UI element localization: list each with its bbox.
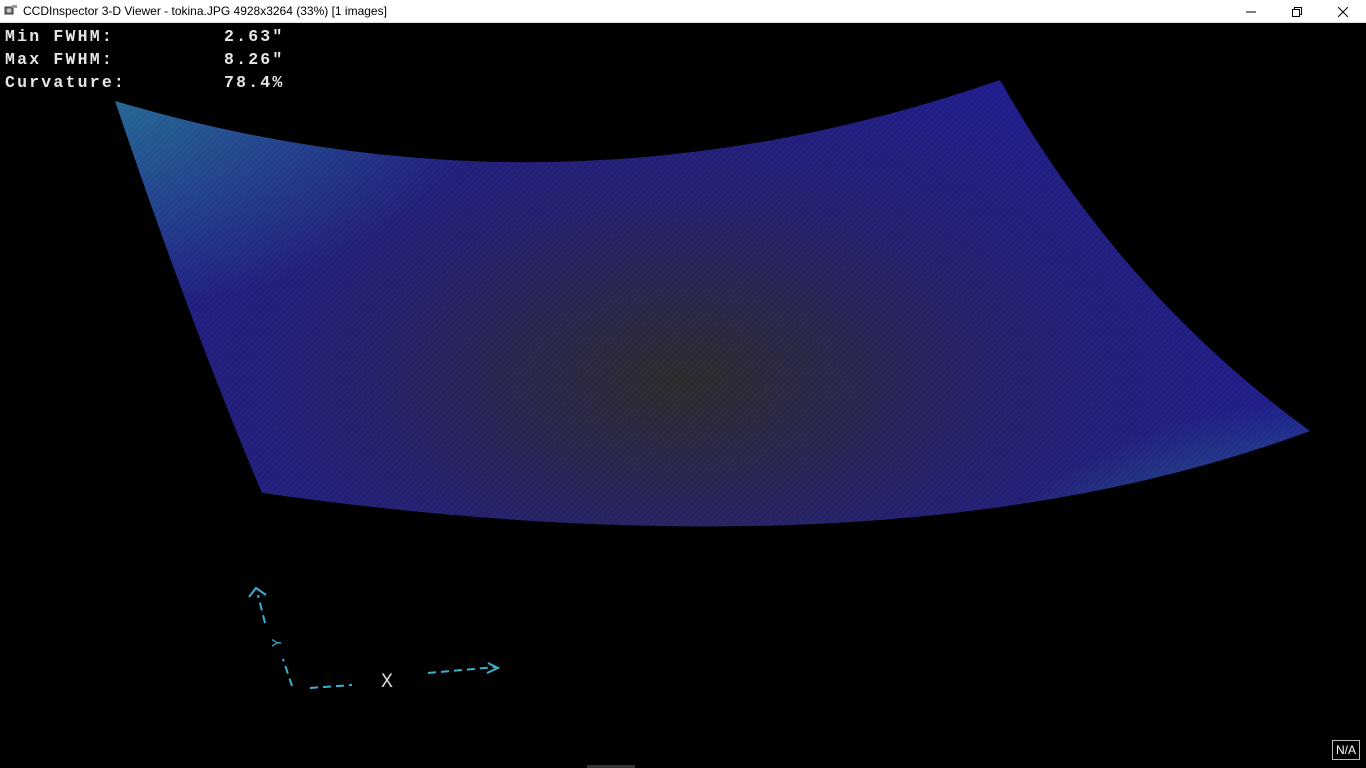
fwhm-surface-plot[interactable]: X Y — [0, 23, 1366, 768]
fwhm-readout: Min FWHM: 2.63" Max FWHM: 8.26" Curvatur… — [5, 25, 285, 94]
surface-mesh — [115, 80, 1310, 527]
app-icon[interactable] — [4, 4, 18, 18]
svg-text:Y: Y — [270, 638, 286, 647]
restore-button[interactable] — [1274, 0, 1320, 23]
window-title: CCDInspector 3-D Viewer - tokina.JPG 492… — [23, 4, 387, 18]
curvature-row: Curvature: 78.4% — [5, 71, 285, 94]
curvature-label: Curvature: — [5, 73, 127, 92]
axis-indicator — [248, 586, 501, 689]
max-fwhm-label: Max FWHM: — [5, 50, 114, 69]
minimize-icon — [1246, 11, 1256, 12]
close-icon — [1338, 6, 1348, 17]
3d-viewport[interactable]: X Y Min FWHM: 2.63" Max FWHM: 8.26" Curv… — [0, 23, 1366, 768]
window-titlebar[interactable]: CCDInspector 3-D Viewer - tokina.JPG 492… — [0, 0, 1366, 23]
max-fwhm-value: 8.26" — [224, 50, 285, 69]
curvature-value: 78.4% — [224, 73, 285, 92]
minimize-button[interactable] — [1228, 0, 1274, 23]
min-fwhm-row: Min FWHM: 2.63" — [5, 25, 285, 48]
close-button[interactable] — [1320, 0, 1366, 23]
min-fwhm-value: 2.63" — [224, 27, 285, 46]
min-fwhm-label: Min FWHM: — [5, 27, 114, 46]
status-badge: N/A — [1331, 740, 1360, 760]
window-controls — [1228, 0, 1366, 23]
y-axis-label: Y — [270, 638, 286, 647]
max-fwhm-row: Max FWHM: 8.26" — [5, 48, 285, 71]
restore-icon — [1292, 6, 1302, 17]
x-axis-label: X — [381, 671, 393, 694]
